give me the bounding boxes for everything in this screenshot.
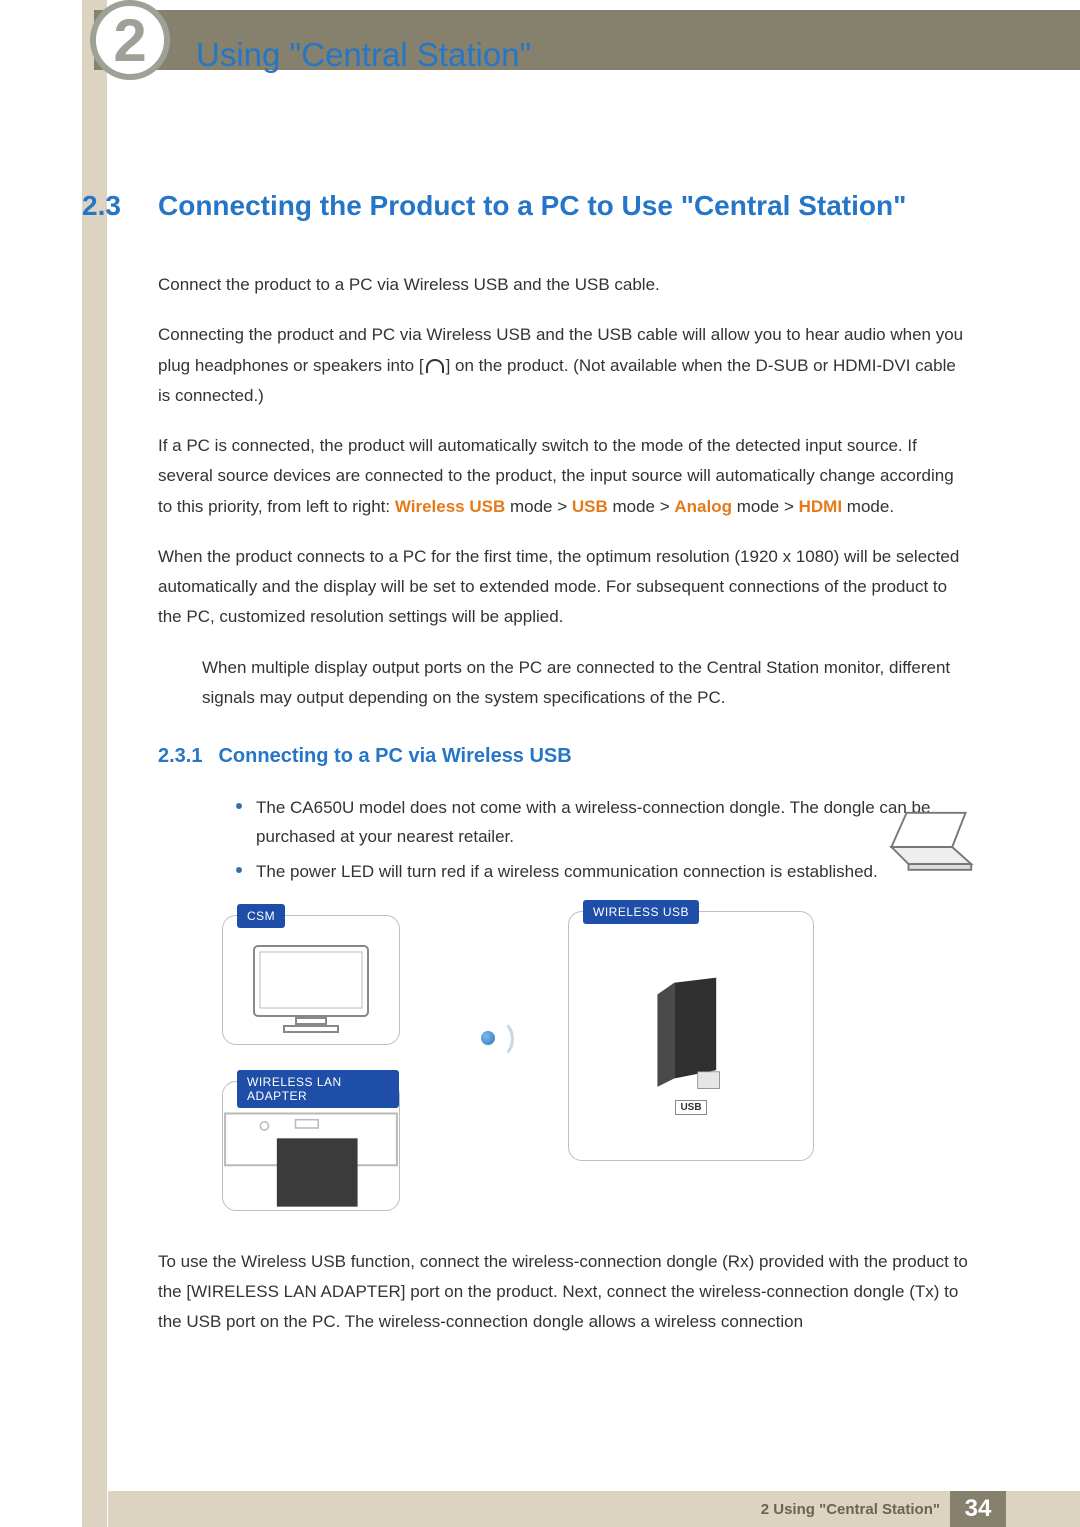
subsection-title: Connecting to a PC via Wireless USB bbox=[218, 745, 571, 767]
section-number: 2.3 bbox=[82, 190, 154, 222]
page-content: 2.3 Connecting the Product to a PC to Us… bbox=[158, 190, 970, 1357]
section-title: Connecting the Product to a PC to Use "C… bbox=[158, 190, 970, 222]
diagram-wlan-box: WIRELESS LAN ADAPTER bbox=[222, 1081, 400, 1211]
paragraph-2: Connecting the product and PC via Wirele… bbox=[158, 320, 970, 411]
chapter-number: 2 bbox=[113, 6, 146, 75]
subsection-heading: 2.3.1 Connecting to a PC via Wireless USB bbox=[158, 745, 970, 768]
chapter-title: Using "Central Station" bbox=[196, 36, 531, 74]
left-accent-stripe bbox=[82, 0, 107, 1527]
diagram-wusb-box: WIRELESS USB USB bbox=[568, 911, 814, 1161]
p3-sep1: mode > bbox=[505, 497, 572, 516]
diagram-left-column: CSM WIRELESS LAN ADAPTER bbox=[214, 911, 408, 1223]
laptop-icon bbox=[880, 809, 975, 876]
paragraph-3: If a PC is connected, the product will a… bbox=[158, 431, 970, 522]
diagram-tag-csm: CSM bbox=[237, 904, 285, 928]
paragraph-1: Connect the product to a PC via Wireless… bbox=[158, 270, 970, 300]
list-item: The power LED will turn red if a wireles… bbox=[236, 858, 970, 887]
diagram-tag-wusb: WIRELESS USB bbox=[583, 900, 699, 924]
after-diagram-paragraph: To use the Wireless USB function, connec… bbox=[158, 1247, 970, 1338]
paragraph-4: When the product connects to a PC for th… bbox=[158, 542, 970, 633]
section-heading: 2.3 Connecting the Product to a PC to Us… bbox=[158, 190, 970, 222]
subsection-number: 2.3.1 bbox=[158, 745, 202, 767]
footer-bar: 2 Using "Central Station" 34 bbox=[108, 1491, 1080, 1527]
mode-usb: USB bbox=[572, 497, 608, 516]
usb-dongle-icon bbox=[649, 976, 733, 1094]
diagram-row: CSM WIRELESS LAN ADAPTER bbox=[214, 911, 970, 1223]
wireless-signal-icon bbox=[468, 1031, 508, 1045]
page-number: 34 bbox=[950, 1491, 1006, 1527]
diagram-csm-box: CSM bbox=[222, 915, 400, 1045]
bullet-list: The CA650U model does not come with a wi… bbox=[236, 794, 970, 887]
wlan-adapter-icon bbox=[223, 1099, 399, 1213]
headphone-icon bbox=[426, 359, 444, 373]
mode-analog: Analog bbox=[674, 497, 732, 516]
diagram-tag-wlan: WIRELESS LAN ADAPTER bbox=[237, 1070, 399, 1108]
p3-sep3: mode > bbox=[732, 497, 799, 516]
note-block: When multiple display output ports on th… bbox=[202, 653, 970, 714]
monitor-icon bbox=[246, 940, 376, 1040]
usb-port-label: USB bbox=[675, 1100, 706, 1115]
mode-wireless-usb: Wireless USB bbox=[395, 497, 505, 516]
chapter-badge: 2 bbox=[90, 0, 170, 80]
footer-chapter-label: 2 Using "Central Station" bbox=[761, 1501, 940, 1518]
p3-tail: mode. bbox=[842, 497, 894, 516]
mode-hdmi: HDMI bbox=[799, 497, 842, 516]
p3-sep2: mode > bbox=[608, 497, 675, 516]
list-item: The CA650U model does not come with a wi… bbox=[236, 794, 970, 852]
